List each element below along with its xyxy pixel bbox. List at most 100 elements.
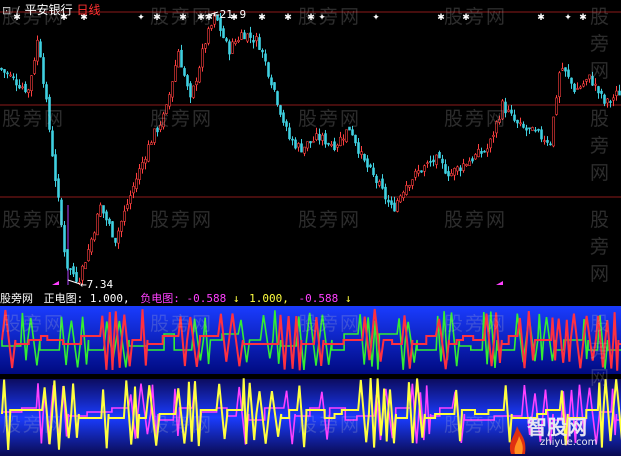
- candle-body: [417, 170, 420, 174]
- candle-body: [360, 151, 363, 155]
- candle-body: [585, 79, 588, 82]
- candle-body: [525, 127, 528, 131]
- candle-body: [249, 32, 252, 38]
- candle-body: [255, 36, 258, 42]
- candle-body: [69, 268, 72, 270]
- indicator-name[interactable]: 股旁网: [0, 290, 33, 306]
- candle-body: [357, 142, 360, 154]
- chart-title: ⊡ / 平安银行 日线: [2, 1, 100, 18]
- candle-body: [456, 166, 459, 172]
- candle-body: [372, 167, 375, 176]
- candle-body: [384, 186, 387, 200]
- candle-body: [573, 83, 576, 92]
- candle-body: [342, 138, 345, 141]
- candle-body: [309, 141, 312, 144]
- candle-body: [162, 113, 165, 128]
- candle-body: [471, 158, 474, 162]
- brand-name: 智股网: [527, 415, 587, 439]
- candle-body: [522, 123, 525, 128]
- candle-body: [261, 49, 264, 53]
- candle-body: [51, 130, 54, 157]
- down-arrow-icon: ↓: [232, 292, 240, 305]
- candle-body: [42, 57, 45, 84]
- signal-marker-icon: ✱: [258, 13, 266, 23]
- candle-body: [348, 126, 351, 131]
- candle-body: [495, 121, 498, 134]
- pos-value: 1.000,: [89, 292, 130, 305]
- candle-body: [324, 133, 327, 145]
- candle-body: [153, 128, 156, 143]
- candle-body: [597, 86, 600, 94]
- candle-body: [66, 249, 69, 269]
- candle-body: [618, 90, 621, 96]
- candle-body: [171, 81, 174, 98]
- candle-body: [303, 146, 306, 154]
- candle-body: [96, 213, 99, 236]
- low-pointer: [67, 279, 81, 285]
- candle-body: [330, 144, 333, 146]
- candle-body: [102, 205, 105, 214]
- candle-body: [3, 69, 6, 73]
- candle-body: [462, 163, 465, 171]
- candle-body: [288, 127, 291, 140]
- candle-body: [150, 142, 153, 145]
- chart-marker-icon: ⊡: [2, 4, 12, 17]
- candle-body: [540, 129, 543, 140]
- candle-body: [264, 53, 267, 62]
- candle-body: [411, 179, 414, 186]
- candle-body: [174, 65, 177, 82]
- candle-body: [225, 38, 228, 42]
- neg-value: -0.588: [186, 292, 227, 305]
- signal-marker-icon: ✱: [205, 13, 213, 23]
- candle-body: [87, 249, 90, 262]
- candle-body: [615, 90, 618, 97]
- candle-body: [297, 143, 300, 148]
- candle-body: [513, 114, 516, 121]
- candle-body: [27, 89, 30, 93]
- candle-body: [549, 143, 552, 146]
- candle-body: [366, 158, 369, 168]
- candle-body: [582, 83, 585, 87]
- candle-body: [315, 133, 318, 140]
- candle-body: [333, 141, 336, 151]
- candle-body: [519, 122, 522, 125]
- candle-body: [234, 41, 237, 45]
- candle-body: [156, 127, 159, 133]
- price-kline-chart[interactable]: ✱ ✱ ✱ ✦ ✱ ✱ ✱ ✱ ✱ ✱ ✱ ✱ ✦ ✦ ✱ ✱ ✱ ✦ ✱: [0, 0, 621, 285]
- candle-body: [426, 162, 429, 165]
- signal-marker-icon: ✱: [462, 13, 470, 23]
- period-label: 日线: [76, 3, 101, 17]
- candle-body: [54, 154, 57, 181]
- candle-body: [507, 109, 510, 112]
- candle-body: [159, 124, 162, 130]
- candle-body: [435, 154, 438, 165]
- candle-body: [477, 148, 480, 158]
- candle-body: [276, 91, 279, 105]
- candle-body: [339, 136, 342, 147]
- candle-body: [210, 25, 213, 29]
- signal-marker-icon: ✱: [437, 13, 445, 23]
- candle-body: [483, 150, 486, 153]
- candle-body: [282, 112, 285, 123]
- candle-body: [243, 32, 246, 40]
- candle-body: [375, 175, 378, 183]
- high-price-annotation: ←21.9: [213, 8, 247, 21]
- candle-body: [222, 28, 225, 39]
- candle-body: [486, 148, 489, 153]
- candle-body: [498, 119, 501, 123]
- candle-body: [132, 186, 135, 194]
- candle-body: [465, 164, 468, 167]
- signal-marker-icon: ✦: [372, 13, 380, 23]
- candle-body: [105, 211, 108, 221]
- candle-body: [192, 85, 195, 98]
- candle-body: [246, 33, 249, 42]
- candle-body: [39, 41, 42, 58]
- candle-body: [420, 170, 423, 173]
- candle-body: [552, 116, 555, 147]
- candle-body: [609, 101, 612, 103]
- candle-body: [201, 48, 204, 68]
- candle-body: [165, 104, 168, 114]
- candle-body: [186, 75, 189, 87]
- indicator-header: 股旁网 正电图: 1.000, 负电图: -0.588 ↓ 1.000, -0.…: [0, 290, 621, 306]
- candle-body: [423, 165, 426, 172]
